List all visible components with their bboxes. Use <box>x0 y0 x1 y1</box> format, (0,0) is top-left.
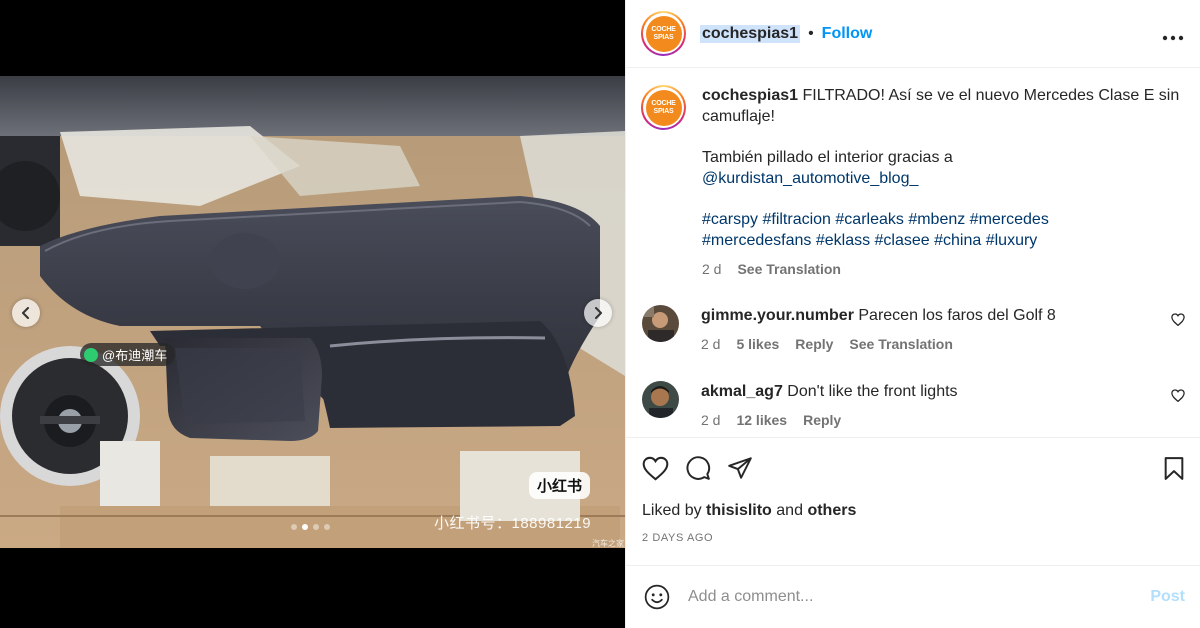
cochespias-logo: COCHE SPIAS <box>645 15 682 52</box>
carousel-dot <box>313 524 319 530</box>
comments-area[interactable]: COCHE SPIAS cochespias1 FILTRADO! Así se… <box>626 69 1200 437</box>
caption-hashtags-line2[interactable]: #mercedesfans #eklass #clasee #china #lu… <box>702 230 1185 251</box>
author-avatar[interactable]: COCHE SPIAS <box>641 11 686 56</box>
header-separator: • <box>808 24 814 42</box>
watermark-id: 小红书号：188981219 <box>434 515 592 532</box>
carousel-next-button[interactable] <box>584 299 612 327</box>
comment-text: Parecen los faros del Golf 8 <box>858 307 1056 324</box>
caption-line2: También pillado el interior gracias a <box>702 149 953 166</box>
comment-time: 2 d <box>701 336 721 352</box>
comment-see-translation[interactable]: See Translation <box>849 334 952 355</box>
post-media: @布迪潮车 小红书 小红书号：188981219 汽车之家 <box>0 0 625 628</box>
more-options-icon[interactable] <box>1162 23 1184 45</box>
liked-by-text: Liked by thisislito and others <box>642 502 1185 520</box>
comment-username[interactable]: gimme.your.number <box>701 307 854 324</box>
post-date: 2 DAYS AGO <box>642 532 714 544</box>
liked-by-and: and <box>776 502 803 519</box>
liked-by-prefix: Liked by <box>642 502 702 519</box>
post-header: COCHE SPIAS cochespias1 • Follow <box>626 0 1200 68</box>
watermark-tag-text: @布迪潮车 <box>102 348 168 363</box>
comment-reply-button[interactable]: Reply <box>803 410 841 431</box>
share-icon[interactable] <box>727 455 753 481</box>
carousel-dot <box>324 524 330 530</box>
comment-username[interactable]: akmal_ag7 <box>701 383 783 400</box>
comment-time: 2 d <box>701 412 721 428</box>
comment-input[interactable] <box>688 588 1151 606</box>
heart-icon[interactable] <box>1171 389 1185 407</box>
comment-text: Don't like the front lights <box>787 383 958 400</box>
caption-hashtags-line1[interactable]: #carspy #filtracion #carleaks #mbenz #me… <box>702 209 1185 230</box>
action-icons <box>642 438 1185 498</box>
commenter-avatar[interactable] <box>642 381 679 418</box>
watermark-corner: 汽车之家 <box>592 539 624 548</box>
add-comment-bar: Post <box>626 565 1200 628</box>
comment-item: gimme.your.number Parecen los faros del … <box>642 305 1187 355</box>
comment-reply-button[interactable]: Reply <box>795 334 833 355</box>
cochespias-logo: COCHE SPIAS <box>645 89 682 126</box>
comment-item: akmal_ag7 Don't like the front lights 2 … <box>642 381 1187 431</box>
liked-by-user[interactable]: thisislito <box>706 502 772 519</box>
caption-meta: 2 d See Translation <box>702 259 1185 280</box>
watermark-dot-icon <box>84 347 98 362</box>
carousel-prev-button[interactable] <box>12 299 40 327</box>
chevron-right-icon <box>595 307 602 319</box>
post-caption: COCHE SPIAS cochespias1 FILTRADO! Así se… <box>626 69 1200 280</box>
chevron-left-icon <box>22 307 29 319</box>
follow-button[interactable]: Follow <box>822 25 873 43</box>
bookmark-icon[interactable] <box>1163 456 1185 481</box>
comment-icon[interactable] <box>685 455 711 481</box>
caption-mention-link[interactable]: @kurdistan_automotive_blog_ <box>702 168 1185 189</box>
heart-icon[interactable] <box>1171 313 1185 331</box>
caption-text: cochespias1 FILTRADO! Así se ve el nuevo… <box>702 85 1185 280</box>
carousel-dots <box>291 524 330 530</box>
comment-meta: 2 d 5 likes Reply See Translation <box>701 334 1187 355</box>
instagram-post-view: @布迪潮车 小红书 小红书号：188981219 汽车之家 COCHE SPIA… <box>0 0 1200 628</box>
heart-icon[interactable] <box>642 456 669 481</box>
carousel-dot <box>291 524 297 530</box>
caption-username[interactable]: cochespias1 <box>702 87 798 104</box>
watermark-tag: @布迪潮车 <box>80 343 176 366</box>
emoji-icon[interactable] <box>644 584 670 610</box>
caption-time: 2 d <box>702 261 722 277</box>
comment-likes[interactable]: 12 likes <box>736 410 787 431</box>
caption-see-translation[interactable]: See Translation <box>737 259 840 280</box>
liked-by-others[interactable]: others <box>807 502 856 519</box>
post-side-panel: COCHE SPIAS cochespias1 • Follow COCHE S… <box>625 0 1200 628</box>
watermark-badge: 小红书 <box>529 472 591 499</box>
carousel-dot-active <box>302 524 308 530</box>
author-username[interactable]: cochespias1 <box>700 24 801 43</box>
post-actions: Liked by thisislito and others 2 DAYS AG… <box>626 437 1200 544</box>
caption-avatar[interactable]: COCHE SPIAS <box>641 85 686 130</box>
post-comment-button[interactable]: Post <box>1150 588 1185 606</box>
comment-likes[interactable]: 5 likes <box>736 334 779 355</box>
comment-meta: 2 d 12 likes Reply <box>701 410 1187 431</box>
commenter-avatar[interactable] <box>642 305 679 342</box>
